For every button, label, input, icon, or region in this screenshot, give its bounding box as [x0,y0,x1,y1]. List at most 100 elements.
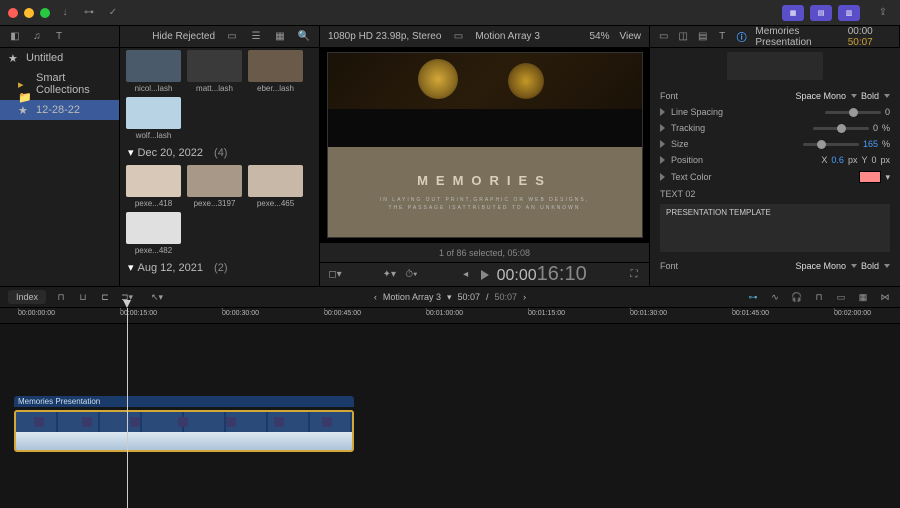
main-toolbar: ◧ ♫ T Hide Rejected ▭ ☰ ▦ 🔍 1080p HD 23.… [0,26,900,48]
media-thumb[interactable]: pexe...465 [248,165,303,208]
timeline[interactable]: 00:00:00:0000:00:15:0000:00:30:0000:00:4… [0,308,900,508]
clip-appearance-tl-icon[interactable]: ▭ [834,290,848,304]
list-icon[interactable]: ☰ [249,30,263,44]
timeline-prev-icon[interactable]: ‹ [374,292,377,302]
disclosure-triangle-icon[interactable] [660,108,665,116]
media-thumb[interactable]: matt...lash [187,50,242,93]
info-insp-icon[interactable]: ⓘ [736,30,747,44]
text-insp-icon[interactable]: T [716,30,727,44]
timeline-clip[interactable] [14,410,354,452]
media-thumb[interactable]: pexe...418 [126,165,181,208]
library-smart-label: Smart Collections [36,72,111,96]
library-untitled[interactable]: ★ Untitled [0,48,119,68]
tracking-value[interactable]: 0 [873,123,878,133]
audio-insp-icon[interactable]: ▤ [697,30,708,44]
media-thumb[interactable]: nicol...lash [126,50,181,93]
import-icon[interactable]: ↓ [56,4,74,22]
timeline-project-name[interactable]: Motion Array 3 [383,292,441,302]
render-icon[interactable]: ✓ [104,4,122,22]
media-thumb[interactable]: pexe...482 [126,212,181,255]
keyword-icon[interactable]: ⊶ [80,4,98,22]
toolbar-browser-seg: Hide Rejected ▭ ☰ ▦ 🔍 [120,26,320,47]
prev-edit-icon[interactable]: ◂ [459,268,473,282]
skimming-icon[interactable]: ⊶ [746,290,760,304]
color-insp-icon[interactable]: ◫ [677,30,688,44]
disclosure-triangle-icon[interactable] [660,156,665,164]
disclosure-triangle-icon[interactable] [660,124,665,132]
insert-clip-icon[interactable]: ⊔ [76,290,90,304]
connect-clip-icon[interactable]: ⊓ [54,290,68,304]
hide-rejected-dropdown[interactable]: Hide Rejected [152,31,215,42]
toolbar-viewer-seg: 1080p HD 23.98p, Stereo ▭ Motion Array 3… [320,26,650,47]
layout-dual-button[interactable]: ▤ [810,5,832,21]
timeline-tracks[interactable]: Memories Presentation [0,324,900,508]
clip-appearance-icon[interactable]: ▦ [273,30,287,44]
pos-y-value[interactable]: 0 [871,155,876,165]
font2-family-dropdown[interactable]: Space Mono [795,261,857,271]
share-icon[interactable]: ⇪ [874,4,892,22]
tracking-slider[interactable] [813,127,869,130]
disclosure-triangle-icon[interactable] [660,140,665,148]
search-icon[interactable]: 🔍 [297,30,311,44]
titles-icon[interactable]: T [52,30,66,44]
audio-skim-icon[interactable]: ∿ [768,290,782,304]
font2-weight-dropdown[interactable]: Bold [861,261,890,271]
ruler-tick: 00:01:30:00 [630,310,667,317]
filmstrip-icon[interactable]: ▭ [225,30,239,44]
size-value[interactable]: 165 [863,139,878,149]
layout-tc-button[interactable]: ▥ [838,5,860,21]
insp-size-row: Size 165 % [650,136,900,152]
date-header-2[interactable]: ▾ Aug 12, 2021 (2) [120,257,319,278]
inspector-panel: Font Space Mono Bold Line Spacing 0 Trac… [650,48,900,286]
music-icon[interactable]: ♫ [30,30,44,44]
select-tool-icon[interactable]: ↖▾ [150,290,164,304]
transform-tool-icon[interactable]: ◻▾ [328,268,342,282]
solo-icon[interactable]: 🎧 [790,290,804,304]
timeline-next-icon[interactable]: › [523,292,526,302]
font-weight-dropdown[interactable]: Bold [861,91,890,101]
transitions-icon[interactable]: ⋈ [878,290,892,304]
size-slider[interactable] [803,143,859,146]
media-thumb-label: pexe...3197 [187,199,242,208]
pos-x-value[interactable]: 0.6 [831,155,844,165]
clip-title-bar[interactable]: Memories Presentation [14,396,354,407]
color-dropdown-icon[interactable]: ▾ [885,172,890,183]
media-thumb[interactable]: eber...lash [248,50,303,93]
view-dropdown[interactable]: View [620,31,642,42]
traffic-lights [8,8,50,18]
play-button[interactable] [481,270,489,280]
minimize-window-button[interactable] [24,8,34,18]
retime-icon[interactable]: ⏱▾ [404,268,418,282]
viewer-canvas[interactable]: MEMORIES IN LAYING OUT PRINT,GRAPHIC OR … [320,48,649,242]
media-thumb-label: matt...lash [187,84,242,93]
library-smart-collections[interactable]: ▸📁 Smart Collections [0,68,119,100]
text-color-swatch[interactable] [859,171,881,183]
zoom-dropdown[interactable]: 54% [589,31,609,42]
layout-grid-button[interactable]: ▦ [782,5,804,21]
media-thumb[interactable]: wolf...lash [126,97,181,140]
close-window-button[interactable] [8,8,18,18]
zoom-window-button[interactable] [40,8,50,18]
fullscreen-icon[interactable]: ⛶ [627,268,641,282]
playhead[interactable] [127,308,128,508]
timeline-ruler[interactable]: 00:00:00:0000:00:15:0000:00:30:0000:00:4… [0,308,900,324]
line-spacing-value[interactable]: 0 [885,107,890,117]
media-thumb[interactable]: pexe...3197 [187,165,242,208]
project-icon: ▭ [451,30,465,44]
index-button[interactable]: Index [8,290,46,304]
font-family-dropdown[interactable]: Space Mono [795,91,857,101]
photos-icon[interactable]: ◧ [8,30,22,44]
insp-text-color-row: Text Color ▾ [650,168,900,186]
effects-icon[interactable]: ▦ [856,290,870,304]
insp-position-label: Position [671,155,741,165]
project-name-dropdown[interactable]: Motion Array 3 [475,31,539,42]
enhance-icon[interactable]: ✦▾ [382,268,396,282]
date-header-1[interactable]: ▾ Dec 20, 2022 (4) [120,142,319,163]
video-insp-icon[interactable]: ▭ [658,30,669,44]
append-clip-icon[interactable]: ⊏ [98,290,112,304]
line-spacing-slider[interactable] [825,111,881,114]
viewer-timecode[interactable]: 00:0016:10 [497,263,587,286]
snap-icon[interactable]: ⊓ [812,290,826,304]
disclosure-triangle-icon[interactable] [660,173,665,181]
title-text-area[interactable]: PRESENTATION TEMPLATE [660,204,890,252]
